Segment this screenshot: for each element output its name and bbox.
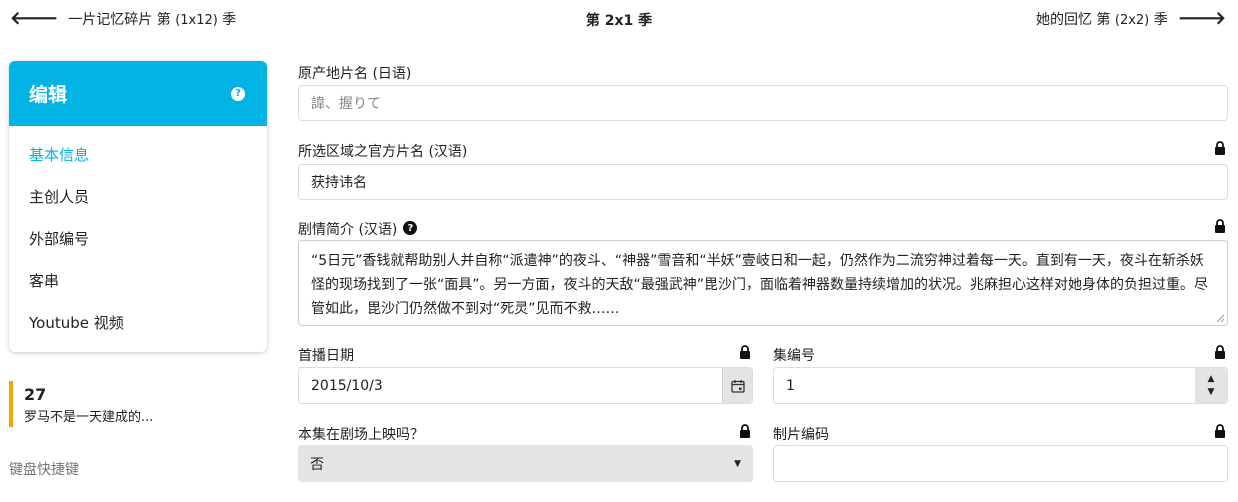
number-stepper[interactable]: ▲ ▼ (1195, 368, 1227, 403)
lock-icon[interactable] (739, 424, 751, 438)
lock-icon[interactable] (1214, 424, 1226, 438)
theatrical-value: 否 (310, 456, 324, 473)
menu-item-crew[interactable]: 主创人员 (9, 176, 267, 218)
edit-menu-list: 基本信息 主创人员 外部编号 客串 Youtube 视频 (9, 126, 267, 344)
overview-textarea[interactable]: “5日元”香钱就帮助别人并自称“派遣神”的夜斗、“神器”雪音和“半妖”壹岐日和一… (298, 240, 1228, 326)
episode-number-input[interactable]: 1 ▲ ▼ (773, 367, 1228, 404)
episode-number-value: 1 (786, 377, 795, 394)
calendar-icon (730, 379, 745, 393)
lock-icon[interactable] (1214, 219, 1226, 233)
episode-navigation: 🡐 一片记忆碎片 第 (1x12) 季 第 2x1 季 她的回忆 第 (2x2)… (0, 0, 1238, 40)
help-icon[interactable]: ? (231, 86, 245, 101)
lock-icon[interactable] (739, 345, 751, 359)
air-date-label: 首播日期 (298, 348, 354, 364)
air-date-input[interactable]: 2015/10/3 (298, 367, 753, 404)
menu-item-primary-facts[interactable]: 基本信息 (9, 134, 267, 176)
official-name-label: 所选区域之官方片名 (汉语) (298, 144, 468, 160)
episode-number: 27 (24, 385, 47, 404)
caret-down-icon: ▼ (734, 459, 741, 469)
production-code-input[interactable] (773, 445, 1228, 482)
chevron-down-icon[interactable]: ▼ (1208, 386, 1215, 399)
help-icon[interactable]: ? (403, 221, 418, 235)
next-episode-title: 她的回忆 第 (2x2) 季 (1035, 12, 1168, 28)
keyboard-shortcuts-link[interactable]: 键盘快捷键 (9, 459, 79, 479)
overview-text: “5日元”香钱就帮助别人并自称“派遣神”的夜斗、“神器”雪音和“半妖”壹岐日和一… (311, 253, 1209, 317)
overview-label: 剧情简介 (汉语)? (298, 219, 418, 239)
episode-title: 罗马不是一天建成的... (24, 410, 154, 425)
original-name-label: 原产地片名 (日语) (298, 66, 412, 82)
lock-icon[interactable] (1214, 141, 1226, 155)
resize-handle-icon[interactable] (1216, 314, 1225, 323)
air-date-value: 2015/10/3 (311, 377, 383, 394)
menu-item-guest-stars[interactable]: 客串 (9, 260, 267, 302)
edit-menu-header: 编辑 ? (9, 61, 267, 126)
menu-item-external-ids[interactable]: 外部编号 (9, 218, 267, 260)
next-episode-link[interactable]: 她的回忆 第 (2x2) 季 🡒 (1036, 9, 1226, 29)
original-name-input[interactable]: 諱、握りて (298, 85, 1228, 121)
date-picker-button[interactable] (722, 368, 752, 403)
production-code-label: 制片编码 (773, 427, 829, 443)
edit-menu-title: 编辑 (29, 84, 68, 106)
arrow-right-icon: 🡒 (1177, 8, 1226, 29)
menu-item-youtube-videos[interactable]: Youtube 视频 (9, 302, 267, 344)
episode-summary: 27 罗马不是一天建成的... (9, 381, 267, 427)
episode-number-label: 集编号 (773, 348, 815, 364)
official-name-input[interactable]: 获持讳名 (298, 164, 1228, 200)
chevron-up-icon[interactable]: ▲ (1208, 373, 1215, 386)
edit-menu-card: 编辑 ? 基本信息 主创人员 外部编号 客串 Youtube 视频 (9, 61, 267, 352)
lock-icon[interactable] (1214, 345, 1226, 359)
theatrical-label: 本集在剧场上映吗？ (298, 427, 424, 443)
theatrical-select[interactable]: 否 ▼ (298, 445, 753, 482)
